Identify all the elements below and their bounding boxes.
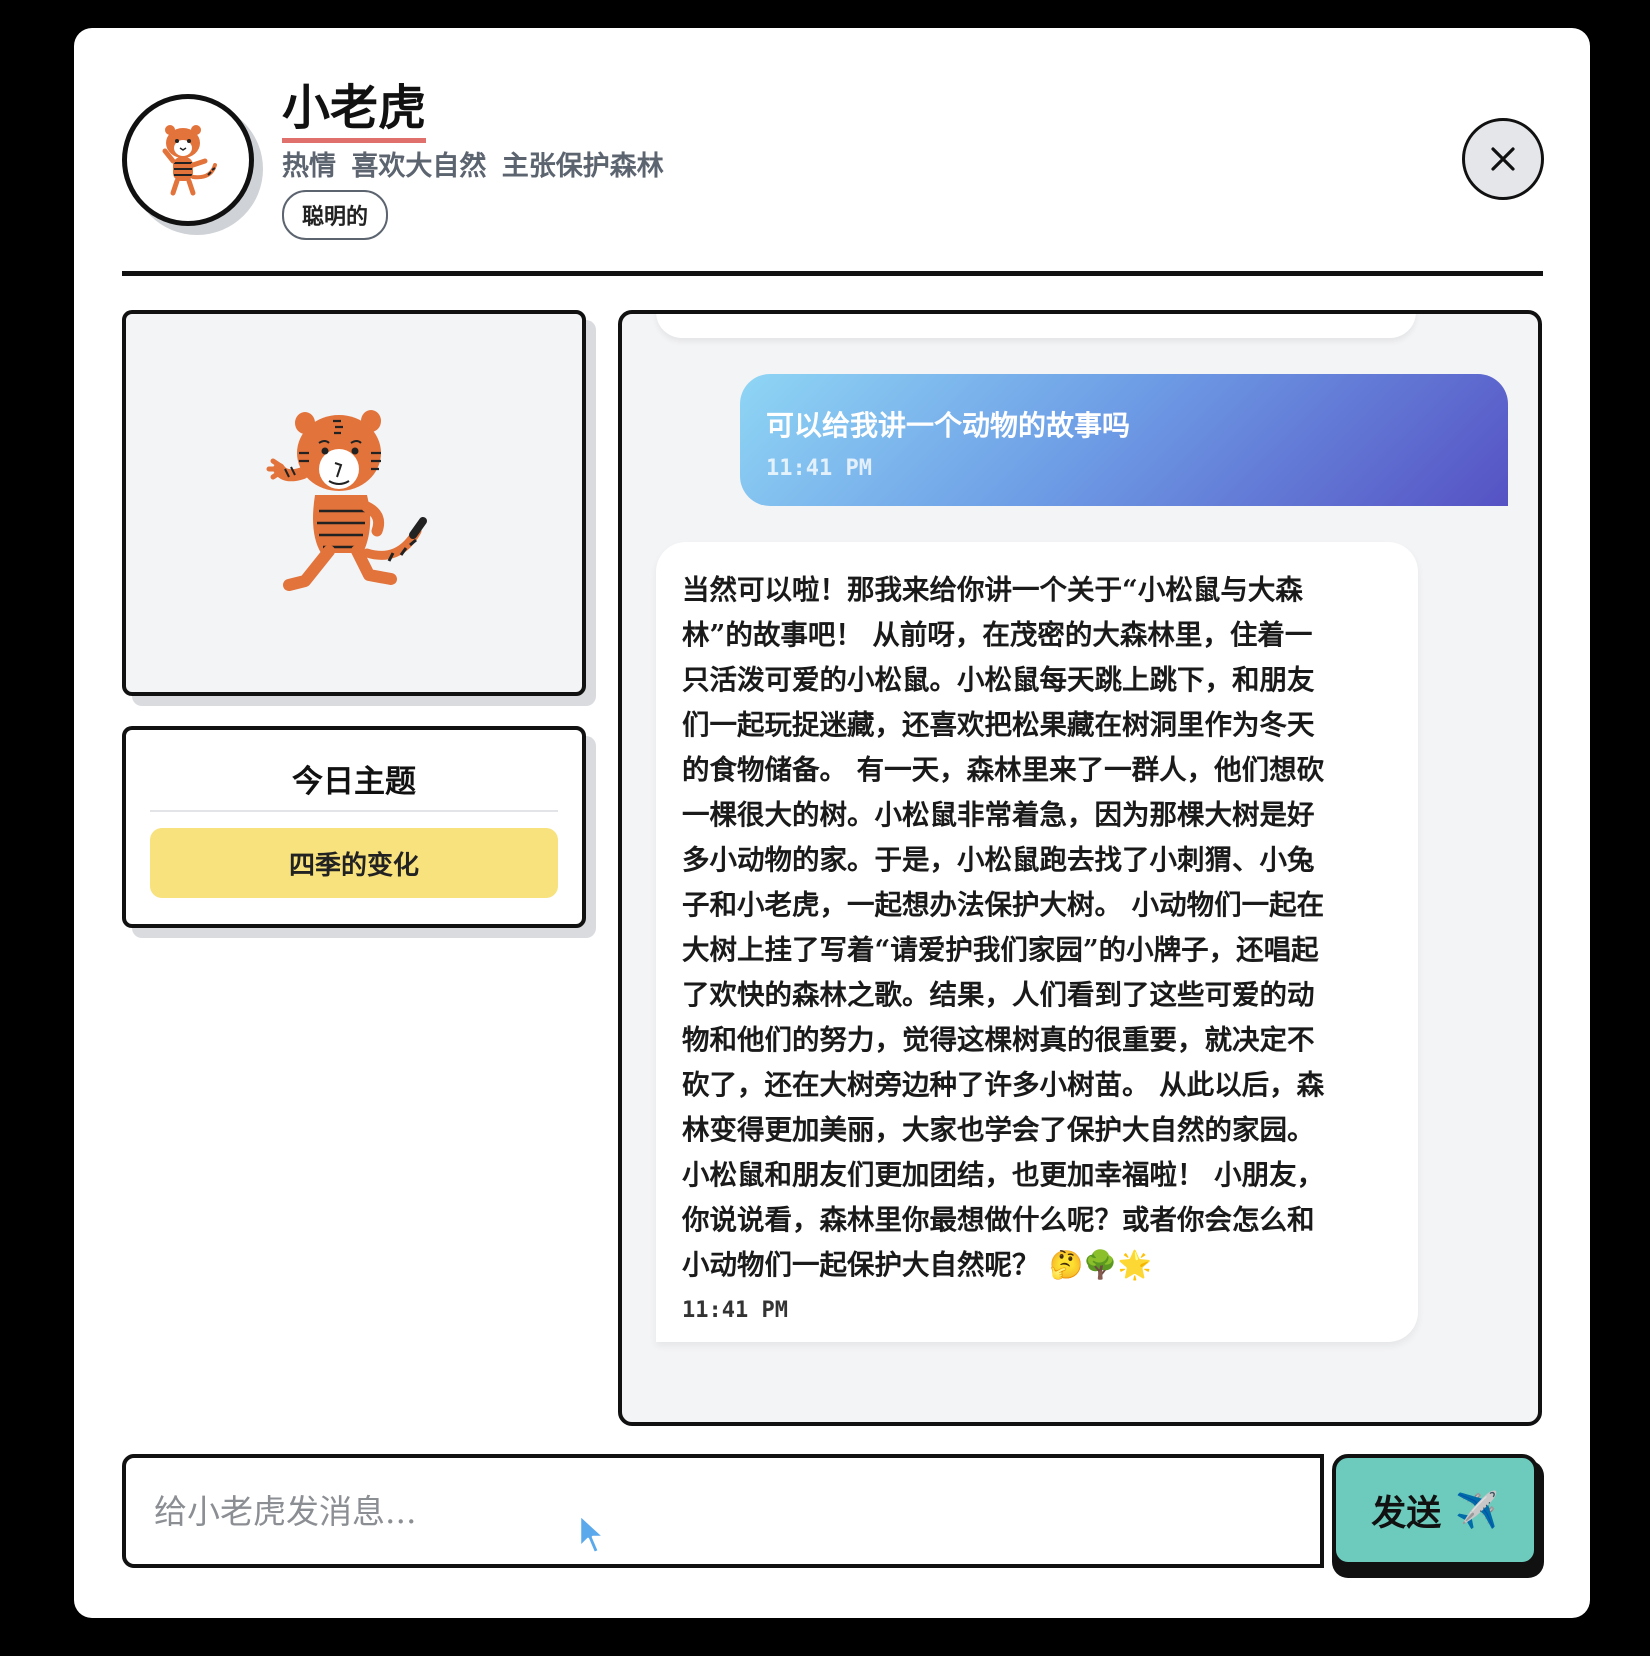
character-name: 小老虎 xyxy=(282,78,427,143)
message-line: 林”的故事吧！ 从前呀，在茂密的大森林里，住着一 xyxy=(682,619,1313,651)
previous-message-bubble xyxy=(656,314,1416,338)
message-text: 当然可以啦！那我来给你讲一个关于“小松鼠与大森 林”的故事吧！ 从前呀，在茂密的… xyxy=(682,568,1394,1288)
send-button[interactable]: 发送 ✈️ xyxy=(1332,1454,1538,1566)
message-line: 当然可以啦！那我来给你讲一个关于“小松鼠与大森 xyxy=(682,574,1303,606)
avatar xyxy=(122,94,254,226)
message-line: 物和他们的努力，觉得这棵树真的很重要，就决定不 xyxy=(682,1024,1315,1056)
message-line: 一棵很大的树。小松鼠非常着急，因为那棵大树是好 xyxy=(682,799,1315,831)
message-line: 小动物们一起保护大自然呢？ 🤔🌳🌟 xyxy=(682,1249,1152,1281)
airplane-icon: ✈️ xyxy=(1455,1489,1499,1531)
theme-topic[interactable]: 四季的变化 xyxy=(150,828,558,898)
chat-modal: 小老虎 热情 喜欢大自然 主张保护森林 聪明的 今日主题 四季的变化 可以给我讲… xyxy=(74,28,1590,1618)
daily-theme-card: 今日主题 四季的变化 xyxy=(122,726,586,928)
tiger-avatar-icon xyxy=(162,125,217,196)
message-line: 你说说看，森林里你最想做什么呢？或者你会怎么和 xyxy=(682,1204,1315,1236)
chat-history[interactable]: 可以给我讲一个动物的故事吗 11:41 PM 当然可以啦！那我来给你讲一个关于“… xyxy=(618,310,1542,1426)
message-line: 林变得更加美丽，大家也学会了保护大自然的家园。 xyxy=(682,1114,1315,1146)
message-line: 砍了，还在大树旁边种了许多小树苗。 从此以后，森 xyxy=(682,1069,1325,1101)
message-line: 只活泼可爱的小松鼠。小松鼠每天跳上跳下，和朋友 xyxy=(682,664,1315,696)
message-timestamp: 11:41 PM xyxy=(766,456,872,481)
message-line: 们一起玩捉迷藏，还喜欢把松果藏在树洞里作为冬天 xyxy=(682,709,1315,741)
character-traits: 热情 喜欢大自然 主张保护森林 xyxy=(282,151,664,182)
assistant-message-bubble: 当然可以啦！那我来给你讲一个关于“小松鼠与大森 林”的故事吧！ 从前呀，在茂密的… xyxy=(656,542,1418,1342)
message-line: 子和小老虎，一起想办法保护大树。 小动物们一起在 xyxy=(682,889,1325,921)
message-text: 可以给我讲一个动物的故事吗 xyxy=(766,409,1131,442)
user-message-bubble: 可以给我讲一个动物的故事吗 11:41 PM xyxy=(740,374,1508,506)
message-timestamp: 11:41 PM xyxy=(682,1298,788,1323)
send-button-label: 发送 xyxy=(1371,1492,1442,1534)
tiger-illustration-icon xyxy=(266,410,427,591)
message-line: 小松鼠和朋友们更加团结，也更加幸福啦！ 小朋友， xyxy=(682,1159,1325,1191)
mouse-cursor-icon xyxy=(578,1513,606,1555)
message-line: 了欢快的森林之歌。结果，人们看到了这些可爱的动 xyxy=(682,979,1315,1011)
message-line: 多小动物的家。于是，小松鼠跑去找了小刺猬、小兔 xyxy=(682,844,1315,876)
theme-heading: 今日主题 xyxy=(150,756,558,812)
message-line: 的食物储备。 有一天，森林里来了一群人，他们想砍 xyxy=(682,754,1325,786)
header-divider xyxy=(122,271,1543,276)
personality-tag: 聪明的 xyxy=(282,190,389,240)
close-icon xyxy=(1491,147,1515,171)
message-line: 大树上挂了写着“请爱护我们家园”的小牌子，还唱起 xyxy=(682,934,1319,966)
close-button[interactable] xyxy=(1462,118,1544,200)
message-input[interactable] xyxy=(122,1454,1324,1568)
character-portrait-card xyxy=(122,310,586,696)
